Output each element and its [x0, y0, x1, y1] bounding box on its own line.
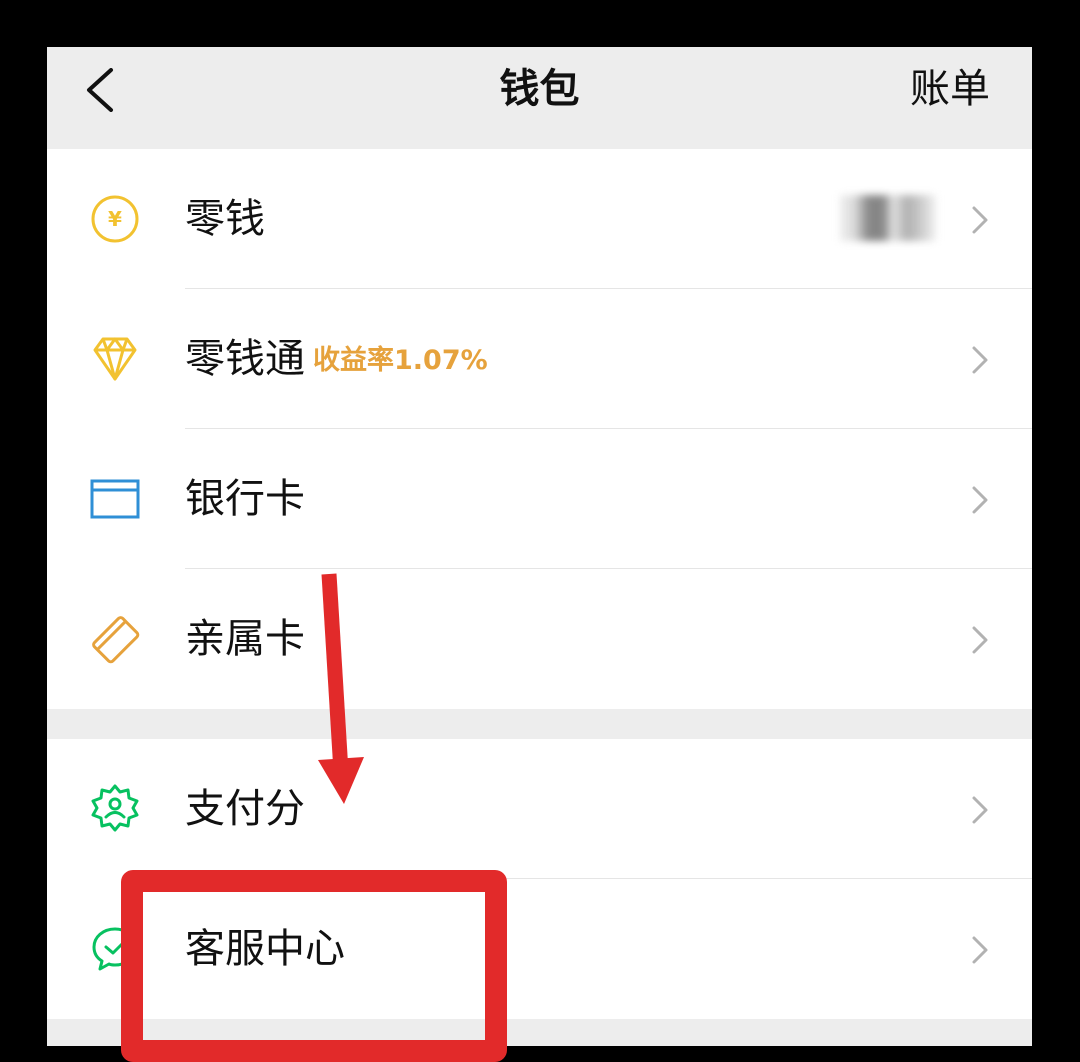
bank-card-icon: [90, 479, 140, 519]
menu-item-label: 亲属卡: [185, 616, 305, 662]
family-card-icon: [92, 616, 140, 664]
menu-item-label: 零钱通 收益率1.07%: [185, 289, 488, 429]
wallet-menu-group: ¥ 零钱 零钱通 收益率1.07% 银行卡 亲属卡: [47, 149, 1032, 709]
yield-rate-label: 收益率1.07%: [313, 345, 488, 376]
menu-item-lingqiantong[interactable]: 零钱通 收益率1.07%: [47, 289, 1032, 429]
chevron-right-icon: [972, 346, 988, 374]
menu-item-family-card[interactable]: 亲属卡: [47, 569, 1032, 709]
menu-item-title: 零钱通: [185, 336, 305, 382]
bill-button[interactable]: 账单: [910, 63, 990, 115]
service-menu-group: 支付分 客服中心: [47, 739, 1032, 1019]
menu-item-label: 银行卡: [185, 476, 305, 522]
chevron-right-icon: [972, 796, 988, 824]
bottom-spacer: [47, 1019, 1032, 1046]
menu-item-pay-score[interactable]: 支付分: [47, 739, 1032, 879]
nav-bar: 钱包 账单: [47, 47, 1032, 149]
menu-item-label: 客服中心: [185, 926, 345, 972]
svg-text:¥: ¥: [108, 207, 122, 231]
chevron-right-icon: [972, 626, 988, 654]
menu-item-change[interactable]: ¥ 零钱: [47, 149, 1032, 289]
balance-obscured: [840, 195, 936, 241]
yuan-coin-icon: ¥: [91, 195, 139, 243]
chevron-right-icon: [972, 486, 988, 514]
wallet-screen: 钱包 账单 ¥ 零钱 零钱通 收益率1.07% 银行卡 亲属卡 支付分 客服中心: [47, 47, 1032, 1046]
menu-item-customer-service[interactable]: 客服中心: [47, 879, 1032, 1019]
menu-item-bank-card[interactable]: 银行卡: [47, 429, 1032, 569]
page-title: 钱包: [499, 66, 580, 112]
chevron-right-icon: [972, 936, 988, 964]
chevron-right-icon: [972, 206, 988, 234]
menu-item-label: 支付分: [185, 786, 305, 832]
customer-service-chat-icon: [92, 927, 138, 971]
pay-score-badge-icon: [91, 784, 139, 832]
diamond-icon: [93, 337, 137, 381]
menu-item-label: 零钱: [185, 196, 265, 242]
